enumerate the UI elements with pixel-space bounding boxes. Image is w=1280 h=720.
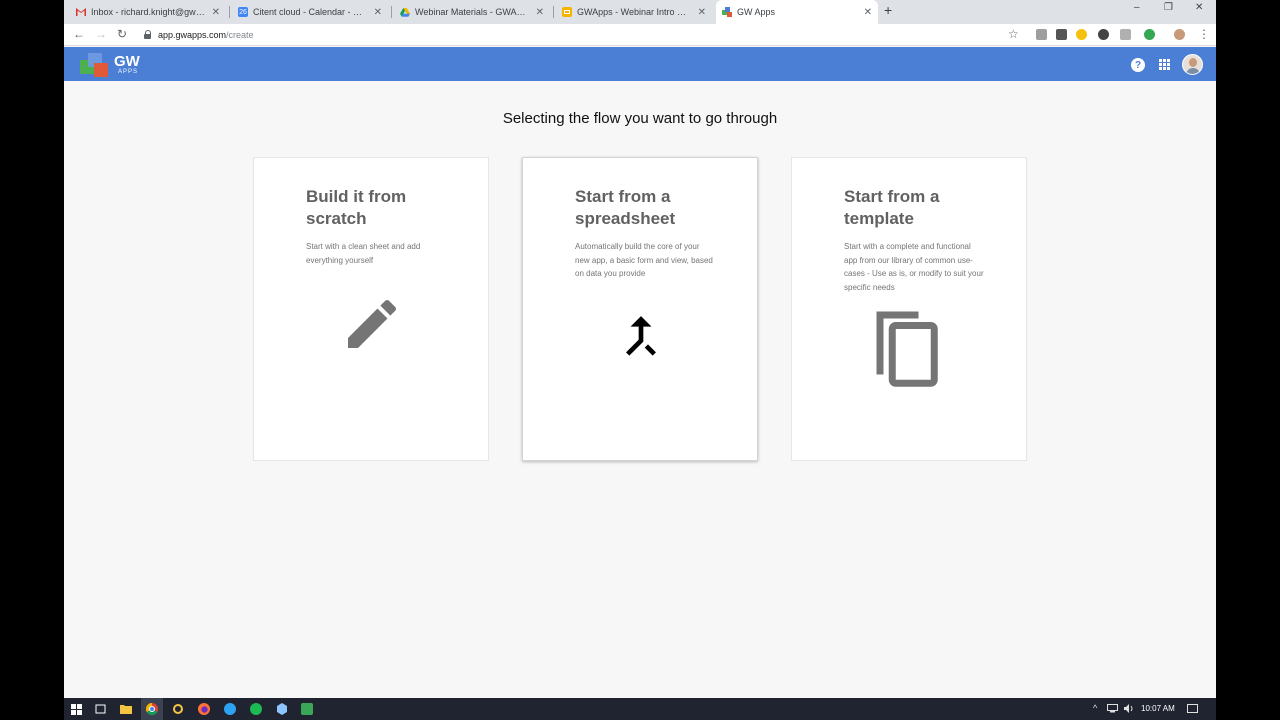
extension-icon[interactable] xyxy=(1144,29,1155,40)
windows-start-icon[interactable] xyxy=(69,702,83,716)
gwapps-logo[interactable]: GW APPS xyxy=(78,51,148,79)
tab-separator xyxy=(553,6,554,18)
apps-grid-icon[interactable] xyxy=(1159,59,1170,70)
forward-button[interactable]: → xyxy=(95,27,107,41)
green-app-icon[interactable] xyxy=(300,702,314,716)
card-description: Start with a clean sheet and add everyth… xyxy=(306,242,421,265)
gmail-icon xyxy=(76,7,86,17)
card-description: Start with a complete and functional app… xyxy=(844,242,984,292)
cube-app-icon[interactable] xyxy=(275,702,289,716)
globe-app-icon[interactable] xyxy=(223,702,237,716)
copy-icon xyxy=(876,311,938,387)
profile-avatar-icon[interactable] xyxy=(1174,29,1185,40)
url-path: /create xyxy=(226,29,254,40)
help-icon[interactable]: ? xyxy=(1131,58,1145,72)
card-build-from-scratch[interactable]: Build it from scratch Start with a clean… xyxy=(253,157,489,461)
minimize-button[interactable]: – xyxy=(1134,2,1140,13)
extension-icon[interactable] xyxy=(1076,29,1087,40)
extension-icon[interactable] xyxy=(1056,29,1067,40)
calendar-icon: 26 xyxy=(238,7,248,17)
chrome-icon[interactable] xyxy=(145,702,159,716)
back-button[interactable]: ← xyxy=(73,27,85,41)
extension-icon[interactable] xyxy=(1120,29,1131,40)
close-icon[interactable]: ✕ xyxy=(212,7,220,18)
new-tab-button[interactable]: + xyxy=(884,2,892,18)
tab-title: GW Apps xyxy=(737,7,776,17)
card-start-from-spreadsheet[interactable]: Start from a spreadsheet Automatically b… xyxy=(522,157,758,461)
tab-title: Webinar Materials - GWApps - S xyxy=(415,7,530,17)
volume-icon[interactable] xyxy=(1124,704,1135,715)
reload-button[interactable]: ↻ xyxy=(117,27,127,41)
card-title: Start from a template xyxy=(844,187,940,228)
tab-title: Citent cloud - Calendar - Week o xyxy=(253,7,368,17)
task-view-icon[interactable] xyxy=(93,702,107,716)
extension-icon[interactable] xyxy=(1036,29,1047,40)
tab-title: GWApps - Webinar Intro & Sale xyxy=(577,7,692,17)
drive-icon xyxy=(400,7,410,17)
gear-app-icon[interactable] xyxy=(171,702,185,716)
close-icon[interactable]: ✕ xyxy=(864,7,872,18)
tray-expand-icon[interactable]: ^ xyxy=(1093,703,1097,713)
window-close-button[interactable]: ✕ xyxy=(1195,2,1203,13)
logo-text: GW xyxy=(114,53,140,70)
screen: Inbox - richard.knight@gwapps.c ✕ 26 Cit… xyxy=(64,0,1216,720)
browser-tab-drive[interactable]: Webinar Materials - GWApps - S ✕ xyxy=(394,2,550,22)
bookmark-star-icon[interactable]: ☆ xyxy=(1008,27,1019,41)
taskbar-clock: 10:07 AM xyxy=(1141,704,1175,713)
browser-tab-calendar[interactable]: 26 Citent cloud - Calendar - Week o ✕ xyxy=(232,2,388,22)
network-icon[interactable] xyxy=(1107,704,1118,715)
tab-separator xyxy=(391,6,392,18)
lock-icon xyxy=(144,30,152,39)
restore-button[interactable]: ❐ xyxy=(1164,2,1173,13)
slides-icon xyxy=(562,7,572,17)
browser-tab-inbox[interactable]: Inbox - richard.knight@gwapps.c ✕ xyxy=(70,2,226,22)
browser-tab-slides[interactable]: GWApps - Webinar Intro & Sale ✕ xyxy=(556,2,712,22)
file-explorer-icon[interactable] xyxy=(119,702,133,716)
close-icon[interactable]: ✕ xyxy=(698,7,706,18)
card-title: Build it from scratch xyxy=(306,187,407,228)
url-host: app.gwapps.com xyxy=(158,29,227,40)
gwapps-icon xyxy=(722,7,732,17)
close-icon[interactable]: ✕ xyxy=(536,7,544,18)
merge-icon xyxy=(626,316,656,356)
logo-square xyxy=(94,63,108,77)
page-heading: Selecting the flow you want to go throug… xyxy=(502,110,778,127)
card-title: Start from a spreadsheet xyxy=(575,187,676,228)
user-avatar[interactable] xyxy=(1182,54,1203,75)
taskbar: ^ 10:07 AM xyxy=(64,698,1216,720)
browser-tab-strip: Inbox - richard.knight@gwapps.c ✕ 26 Cit… xyxy=(64,0,1216,24)
logo-subtext: APPS xyxy=(118,69,139,75)
tab-title: Inbox - richard.knight@gwapps.c xyxy=(91,7,206,17)
spotify-icon[interactable] xyxy=(249,702,263,716)
pencil-icon xyxy=(348,299,397,348)
card-description: Automatically build the core of your new… xyxy=(575,242,713,278)
more-menu-icon[interactable]: ⋮ xyxy=(1198,27,1210,41)
browser-tab-gwapps[interactable]: GW Apps ✕ xyxy=(716,0,878,24)
app-header: GW APPS ? xyxy=(64,47,1216,81)
close-icon[interactable]: ✕ xyxy=(374,7,382,18)
tab-separator xyxy=(229,6,230,18)
address-bar[interactable]: app.gwapps.com /create xyxy=(144,26,1024,43)
card-start-from-template[interactable]: Start from a template Start with a compl… xyxy=(791,157,1027,461)
browser-toolbar: ← → ↻ app.gwapps.com /create ☆ ⋮ xyxy=(64,24,1216,46)
extension-icon[interactable] xyxy=(1098,29,1109,40)
firefox-icon[interactable] xyxy=(197,702,211,716)
notifications-icon[interactable] xyxy=(1187,704,1198,716)
